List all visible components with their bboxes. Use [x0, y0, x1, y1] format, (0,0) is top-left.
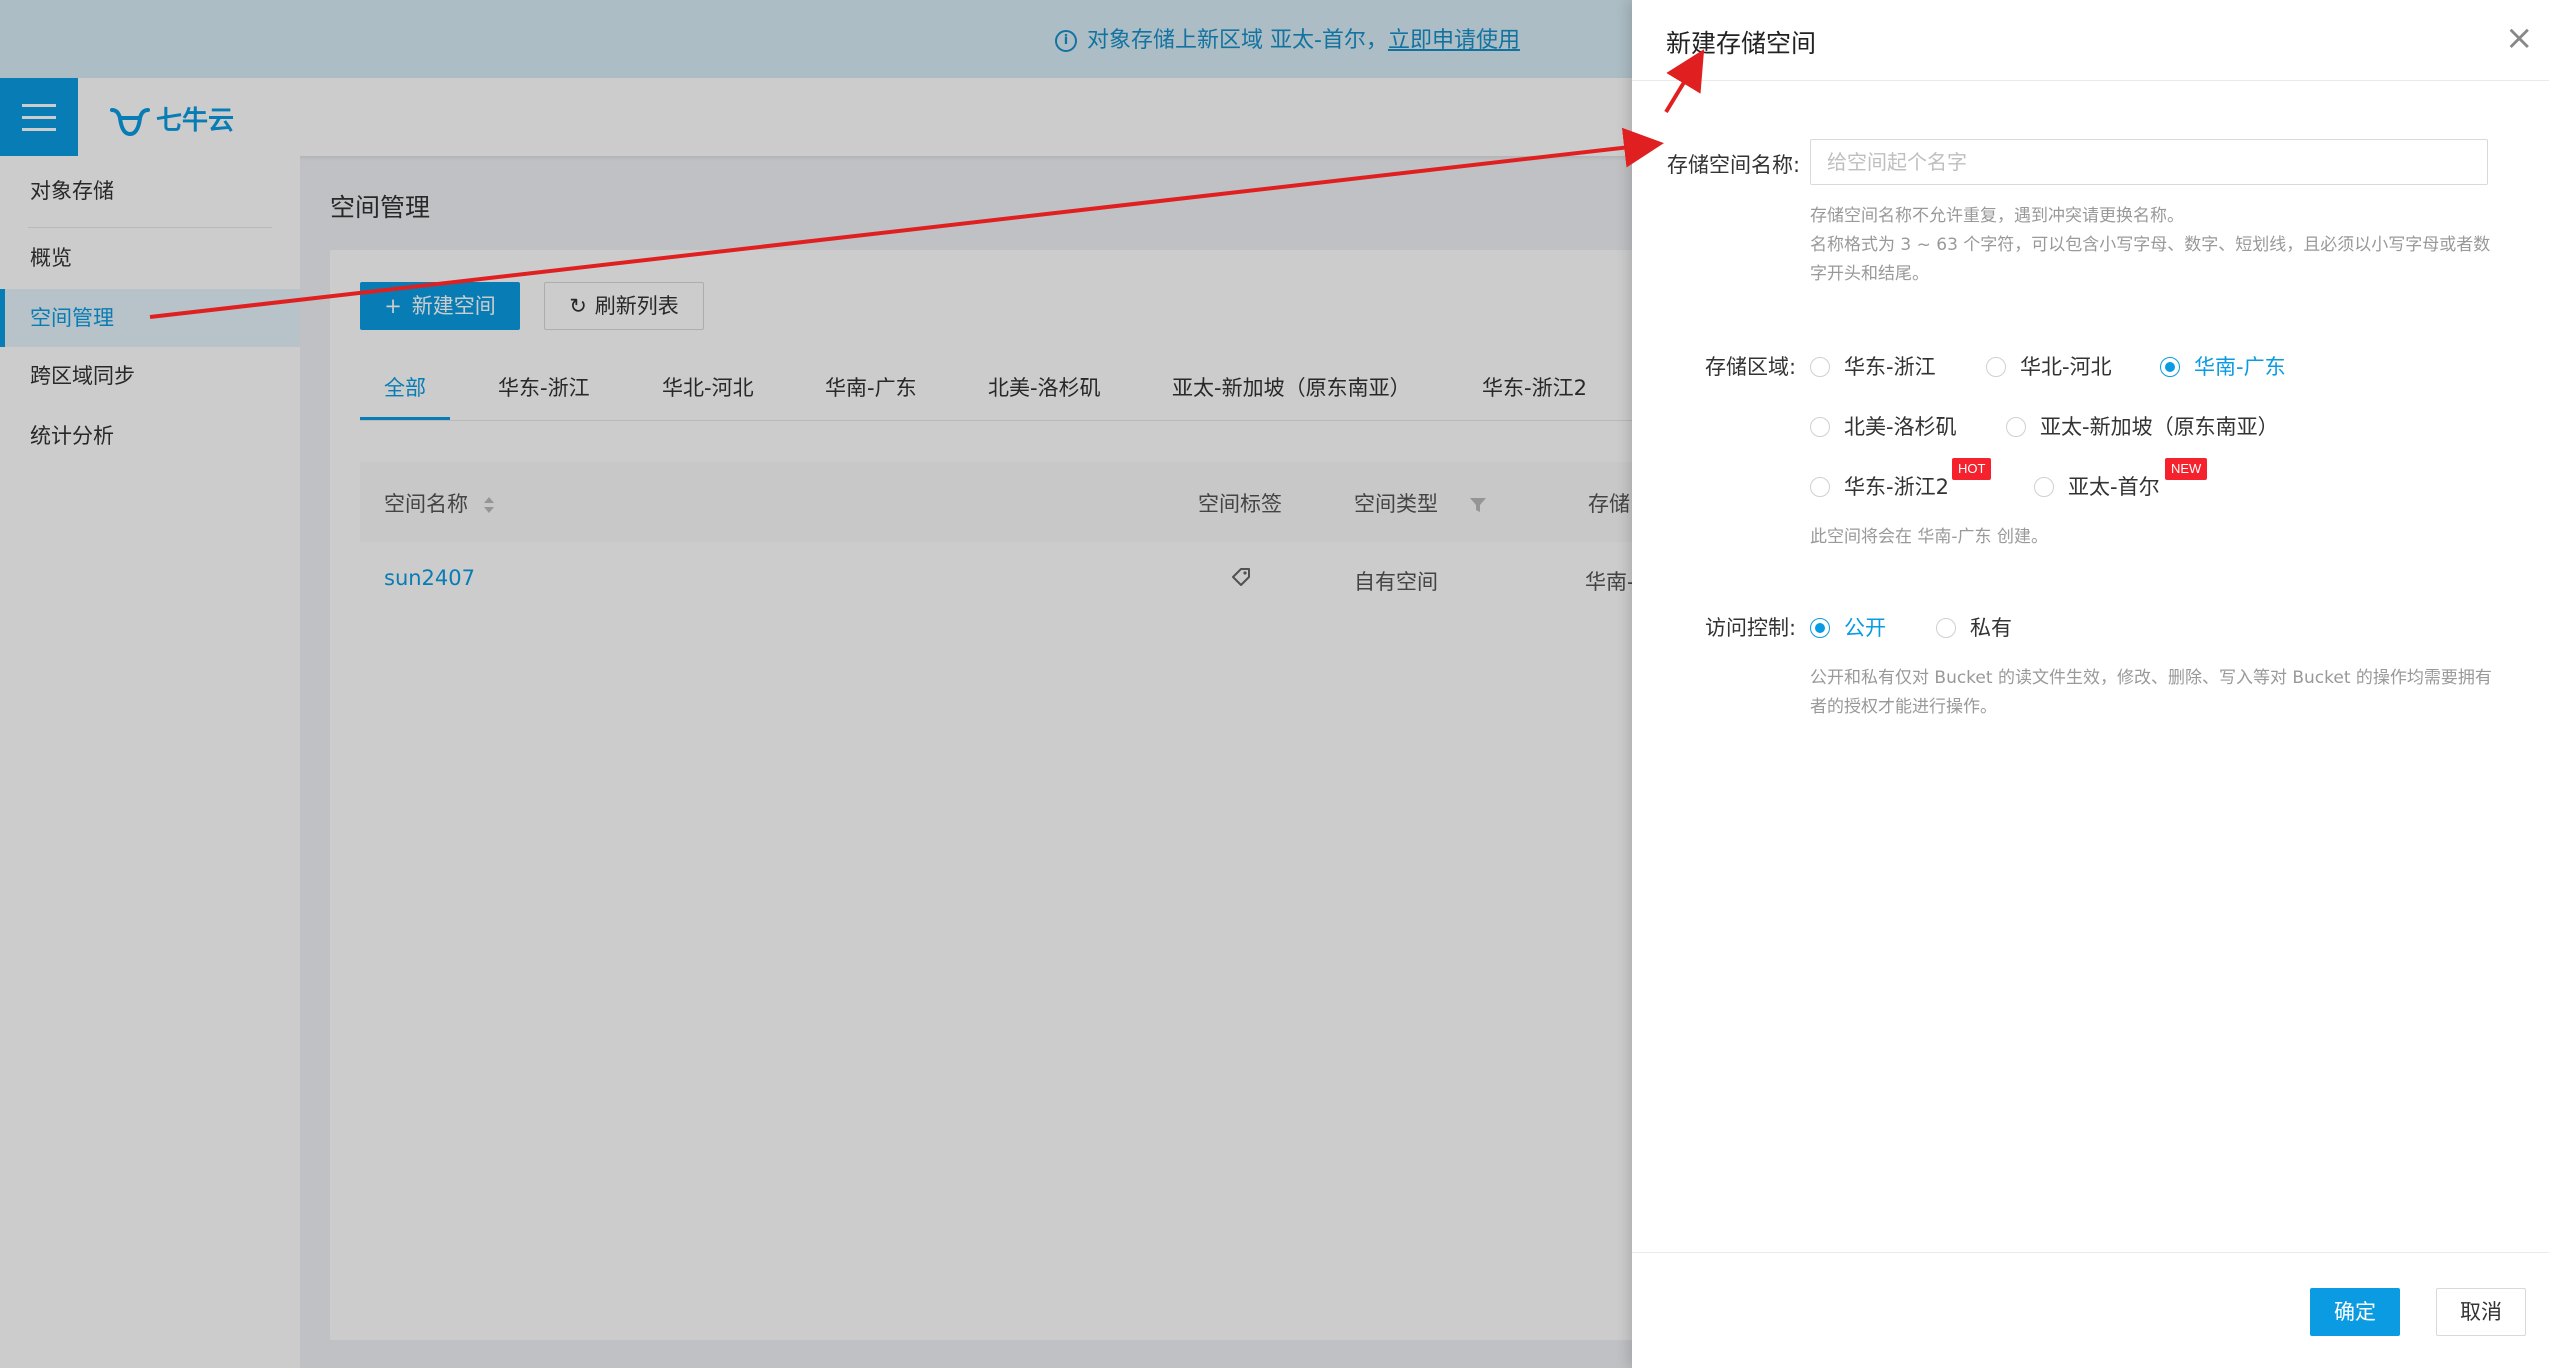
radio-circle-checked — [1810, 618, 1830, 638]
radio-label: 亚太-新加坡（原东南亚） — [2040, 415, 2279, 439]
drawer-header-divider — [1632, 80, 2549, 81]
cancel-button[interactable]: 取消 — [2436, 1288, 2526, 1336]
bucket-name-help-2: 名称格式为 3 ~ 63 个字符，可以包含小写字母、数字、短划线，且必须以小写字… — [1810, 235, 2491, 284]
radio-circle — [1810, 357, 1830, 377]
radio-circle — [2034, 477, 2054, 497]
close-icon[interactable]: × — [2505, 21, 2534, 55]
region-help: 此空间将会在 华南-广东 创建。 — [1810, 527, 2048, 547]
drawer-footer-divider — [1632, 1252, 2549, 1253]
radio-public[interactable]: 公开 — [1810, 612, 1886, 642]
radio-yatai-seoul[interactable]: 亚太-首尔 — [2034, 471, 2160, 501]
radio-label: 华东-浙江2 — [1844, 475, 1949, 499]
radio-circle — [1810, 477, 1830, 497]
radio-circle — [2006, 417, 2026, 437]
radio-circle — [1986, 357, 2006, 377]
radio-huadong-zhejiang2[interactable]: 华东-浙江2 — [1810, 471, 1949, 501]
radio-yatai-singapore[interactable]: 亚太-新加坡（原东南亚） — [2006, 411, 2279, 441]
radio-label: 华北-河北 — [2020, 355, 2112, 379]
access-control-label: 访问控制: — [1705, 616, 1797, 640]
radio-label: 私有 — [1970, 616, 2012, 640]
radio-label: 亚太-首尔 — [2068, 475, 2160, 499]
radio-huadong-zhejiang[interactable]: 华东-浙江 — [1810, 351, 1936, 381]
drawer-title: 新建存储空间 — [1666, 29, 1817, 58]
radio-circle — [1810, 417, 1830, 437]
radio-beimei-losangeles[interactable]: 北美-洛杉矶 — [1810, 411, 1957, 441]
radio-label: 华南-广东 — [2194, 355, 2286, 379]
access-control-help: 公开和私有仅对 Bucket 的读文件生效，修改、删除、写入等对 Bucket … — [1810, 668, 2492, 717]
radio-label: 华东-浙江 — [1844, 355, 1936, 379]
hot-badge: HOT — [1952, 458, 1992, 480]
radio-huabei-hebei[interactable]: 华北-河北 — [1986, 351, 2112, 381]
radio-private[interactable]: 私有 — [1936, 612, 2012, 642]
region-label: 存储区域: — [1705, 355, 1797, 379]
radio-label: 公开 — [1844, 616, 1886, 640]
bucket-name-label: 存储空间名称: — [1667, 153, 1801, 177]
radio-label: 北美-洛杉矶 — [1844, 415, 1957, 439]
confirm-button[interactable]: 确定 — [2310, 1288, 2400, 1336]
modal-overlay[interactable] — [0, 0, 1632, 1368]
radio-huanan-guangdong[interactable]: 华南-广东 — [2160, 351, 2286, 381]
radio-circle — [1936, 618, 1956, 638]
bucket-name-input[interactable] — [1810, 139, 2488, 185]
radio-circle-checked — [2160, 357, 2180, 377]
bucket-name-help-1: 存储空间名称不允许重复，遇到冲突请更换名称。 — [1810, 206, 2184, 226]
new-badge: NEW — [2165, 458, 2208, 480]
